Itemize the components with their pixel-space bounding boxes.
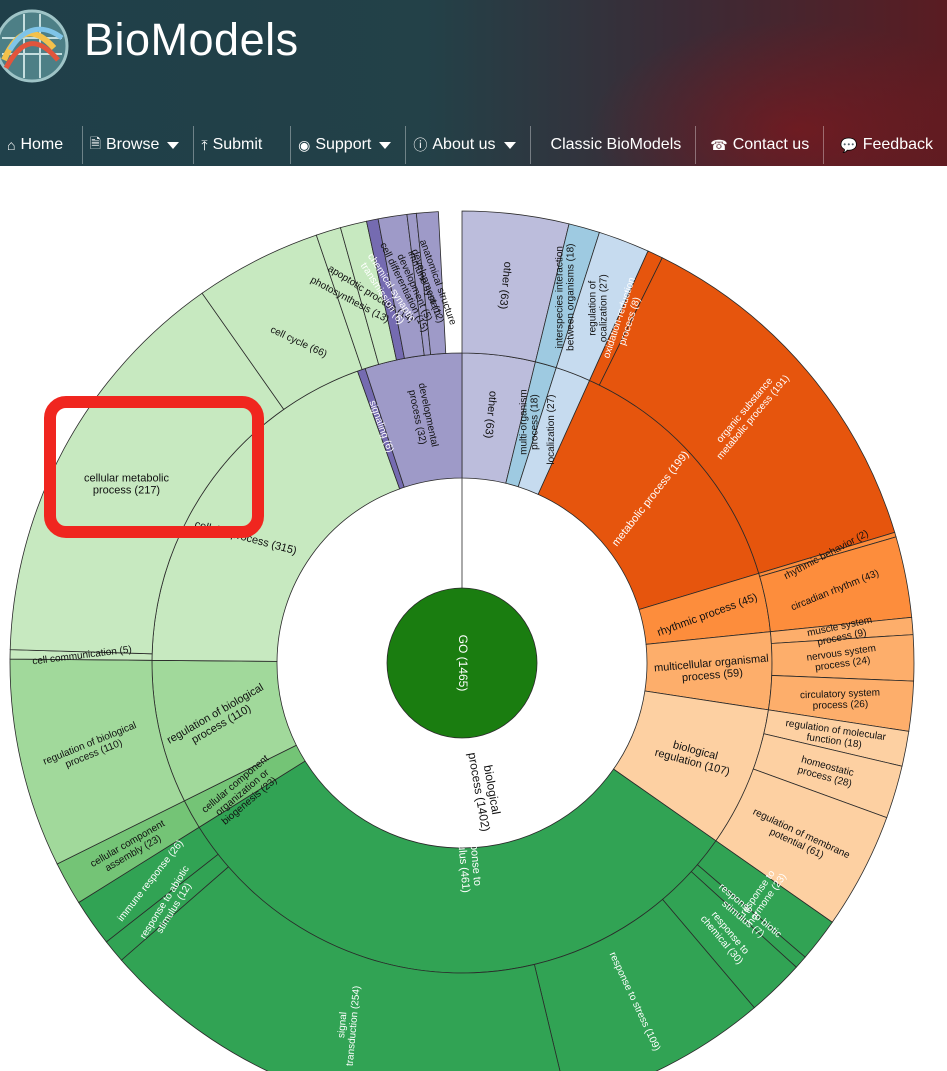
lifebuoy-icon: ◉ (298, 136, 311, 153)
nav-submit-label: Submit (212, 136, 263, 153)
nav-classic-biomodels[interactable]: Classic BioModels (531, 126, 697, 164)
nav-contact[interactable]: ☎ Contact us (696, 126, 825, 164)
nav-home-label: Home (20, 136, 64, 153)
nav-about-label: About us (432, 136, 496, 153)
site-header: BioModels ⌂ Home 🗎 Browse ⤒ Submit ◉ Sup… (0, 0, 947, 166)
phone-icon: ☎ (710, 136, 728, 153)
chevron-down-icon (167, 141, 180, 149)
biomodels-logo-icon[interactable] (0, 8, 70, 84)
go-center-label: GO (1465) (456, 635, 470, 692)
nav-contact-label: Contact us (732, 136, 810, 153)
info-icon: ⓘ (413, 137, 428, 153)
ring3-label-1: interspecies interactionbetween organism… (554, 244, 576, 351)
main-nav: ⌂ Home 🗎 Browse ⤒ Submit ◉ Support ⓘ Abo… (0, 126, 947, 164)
ring3-label-2: regulation ofocalization (27) (587, 274, 609, 342)
nav-feedback-label: Feedback (862, 136, 933, 153)
browse-icon: 🗎 (89, 135, 101, 151)
nav-classic-label: Classic BioModels (550, 136, 682, 153)
nav-support[interactable]: ◉ Support (291, 126, 407, 164)
highlight-box (44, 396, 264, 538)
chevron-down-icon (503, 141, 516, 149)
upload-icon: ⤒ (201, 136, 208, 153)
biological-process-label: biologicalprocess (1402) (465, 749, 506, 833)
brand-title[interactable]: BioModels (84, 14, 299, 66)
nav-feedback[interactable]: 💬 Feedback (824, 126, 947, 164)
nav-browse-label: Browse (106, 136, 160, 153)
comment-icon: 💬 (840, 136, 858, 153)
nav-submit[interactable]: ⤒ Submit (194, 126, 292, 164)
ring2-label-localization: localization (27) (546, 395, 557, 465)
nav-home[interactable]: ⌂ Home (0, 126, 83, 164)
chevron-down-icon (379, 141, 392, 149)
go-sunburst-chart: GO (1465)biologicalprocess (1402)other (… (9, 210, 915, 1071)
home-icon: ⌂ (7, 137, 16, 153)
nav-about[interactable]: ⓘ About us (406, 126, 531, 164)
nav-browse[interactable]: 🗎 Browse (83, 126, 195, 164)
ring2-label-multi-organism: multi-organismprocess (18) (518, 389, 540, 455)
nav-support-label: Support (315, 136, 372, 153)
